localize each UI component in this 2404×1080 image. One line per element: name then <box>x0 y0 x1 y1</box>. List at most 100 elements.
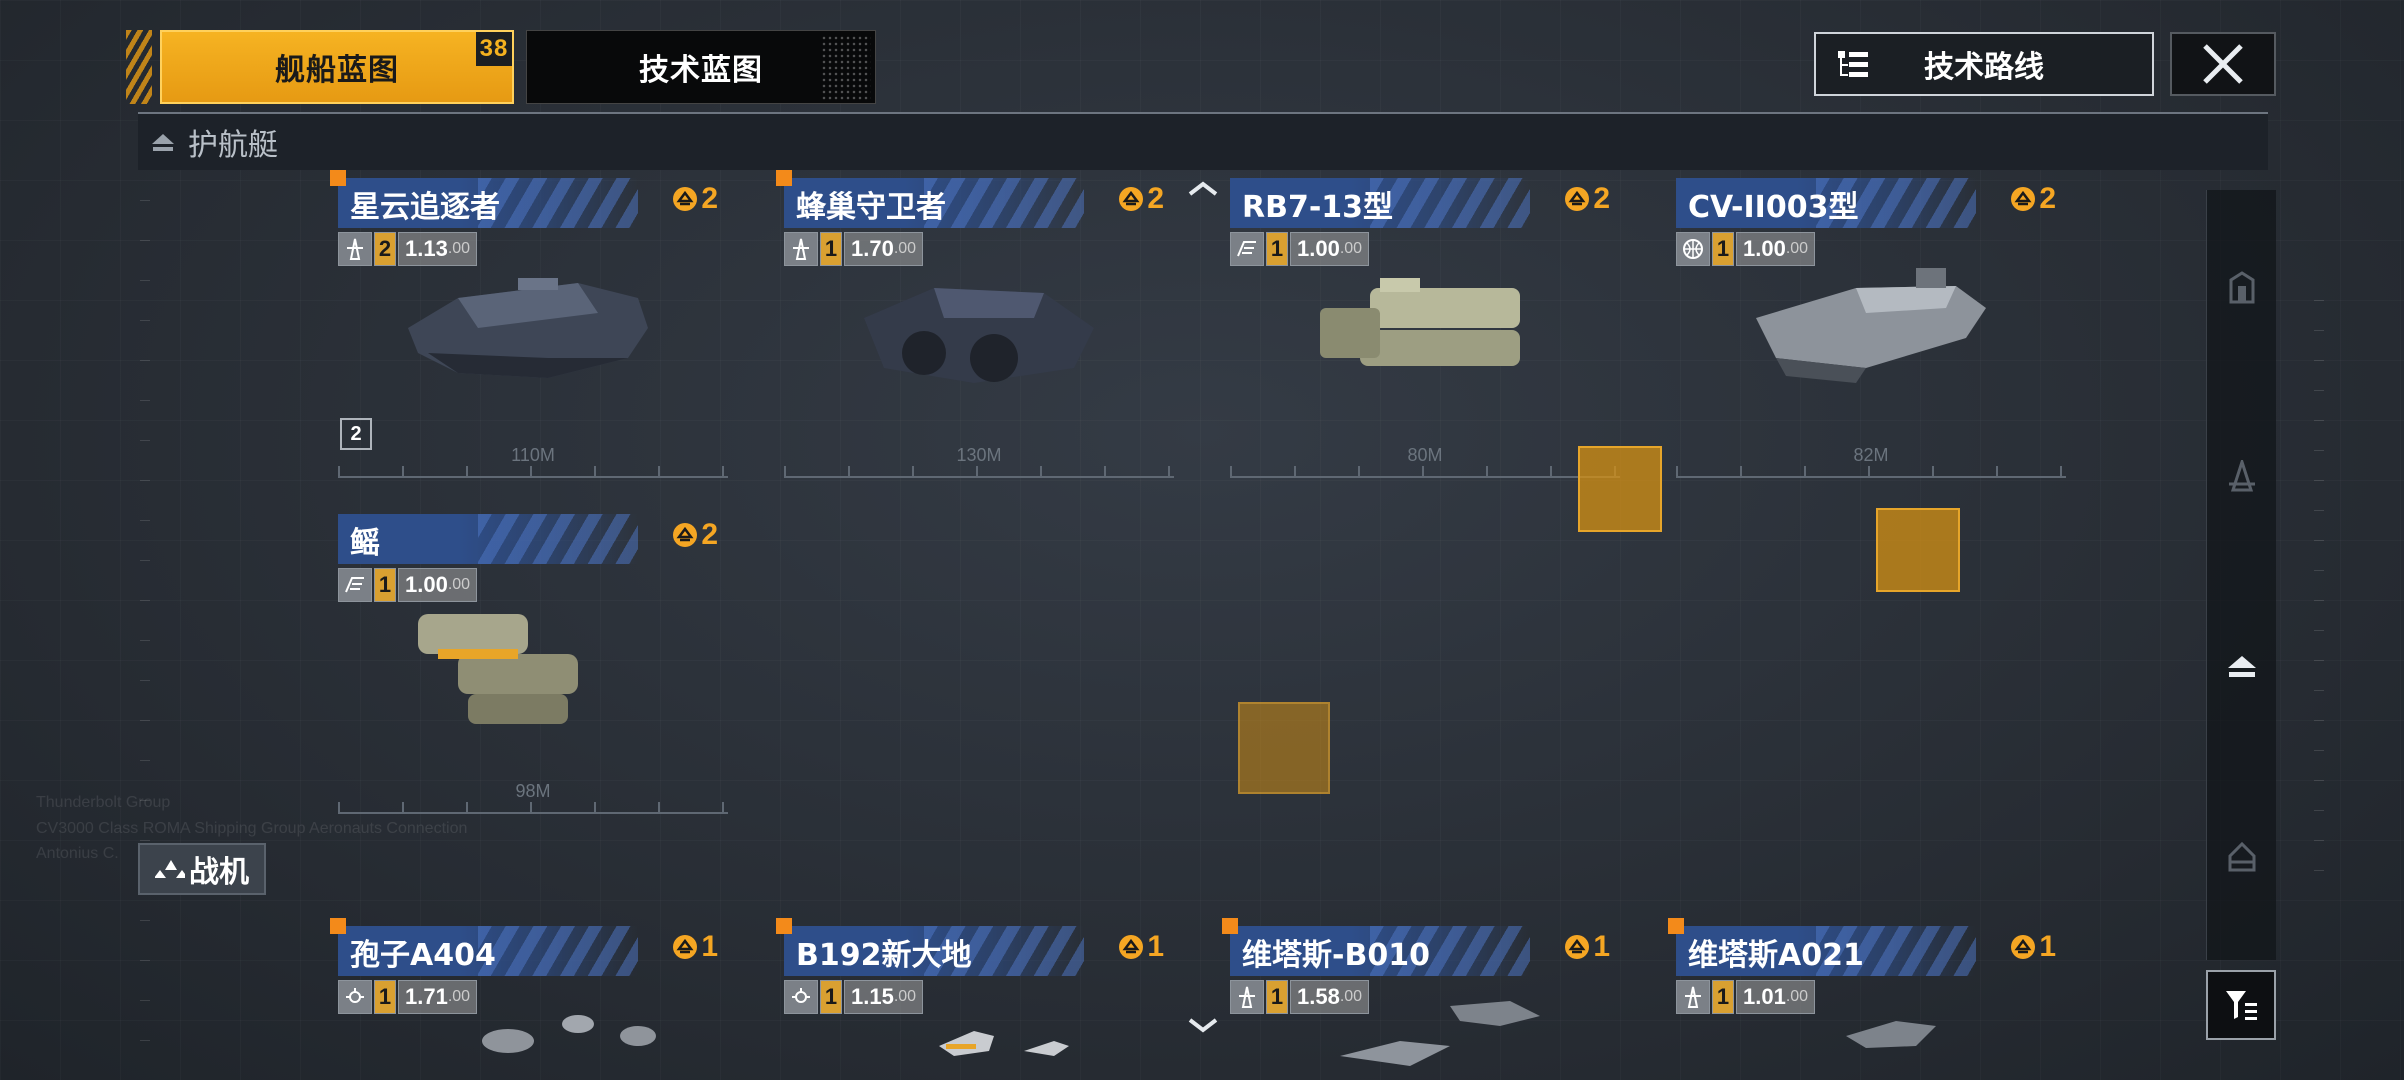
ship-model-image <box>1320 278 1520 366</box>
ship-card[interactable]: 星云追逐者 2 2 1.13.00 2 110M <box>330 170 728 478</box>
credit-chip-icon <box>2011 187 2036 211</box>
highlight-marker <box>1238 702 1330 794</box>
ship-cost: 2 <box>671 518 718 552</box>
credit-chip-icon <box>1565 935 1590 959</box>
credit-chip-icon <box>673 935 698 959</box>
ship-card[interactable]: CV-II003型 2 1 1.00.00 82M <box>1676 178 2066 478</box>
tab-ship-blueprint[interactable]: 舰船蓝图 38 <box>160 30 514 104</box>
scroll-up-icon[interactable] <box>1186 178 1220 202</box>
tech-route-button[interactable]: 技术路线 <box>1814 32 2154 96</box>
ship-cost-value: 2 <box>1147 182 1164 215</box>
ship-stat-suffix: .00 <box>447 240 471 257</box>
credit-chip-icon <box>673 523 698 547</box>
ship-length-ruler <box>338 790 728 814</box>
ship-length-ruler <box>1230 454 1620 478</box>
drone-icon <box>784 980 818 1014</box>
ship-name: CV-II003型 <box>1688 190 1859 225</box>
ship-stat-main: 1.15 <box>851 984 894 1009</box>
ship-name: 维塔斯-B010 <box>1242 938 1430 973</box>
ship-card[interactable]: RB7-13型 2 1 1.00.00 80M <box>1230 178 1620 478</box>
category-filter-rail <box>2206 190 2276 960</box>
close-icon <box>2203 44 2243 84</box>
ship-name: 维塔斯A021 <box>1688 938 1864 973</box>
section-fighter-label: 战机 <box>189 855 249 890</box>
filter-button[interactable] <box>2206 970 2276 1040</box>
ship-stat-main: 1.71 <box>405 984 448 1009</box>
ship-stat-suffix: .00 <box>893 240 917 257</box>
ship-stat-suffix: .00 <box>893 988 917 1005</box>
pylon-icon <box>1676 980 1710 1014</box>
ship-length-ruler <box>784 454 1174 478</box>
ship-cost: 1 <box>1117 930 1164 964</box>
tab-tech-blueprint[interactable]: 技术蓝图 <box>526 30 876 104</box>
new-marker <box>1668 918 1684 934</box>
ship-model-image <box>1846 1021 1936 1048</box>
section-header-escort: 护航艇 <box>138 112 2268 170</box>
dot-pattern-decoration <box>821 35 871 101</box>
ship-card[interactable]: 孢子A404 1 1 1.71.00 <box>330 918 728 1080</box>
ship-name: 孢子A404 <box>350 938 496 973</box>
background-ruler <box>140 160 150 1060</box>
ship-stat-suffix: .00 <box>447 576 471 593</box>
ship-cost: 2 <box>1563 182 1610 216</box>
new-marker <box>1222 918 1238 934</box>
globe-icon <box>1676 232 1710 266</box>
section-header-fighter: 战机 <box>138 843 266 895</box>
ship-cost-value: 2 <box>1593 182 1610 215</box>
ship-level: 1 <box>374 980 396 1014</box>
pylon-icon <box>338 232 372 266</box>
capital-ship-icon[interactable] <box>2225 270 2259 304</box>
ship-stat-suffix: .00 <box>1785 240 1809 257</box>
frigate-icon[interactable] <box>2225 460 2259 494</box>
ship-cost-value: 1 <box>1147 930 1164 963</box>
ship-level: 1 <box>820 980 842 1014</box>
background-ruler <box>2314 300 2324 900</box>
ship-level: 1 <box>1266 232 1288 266</box>
ship-stats: 1 1.71.00 <box>338 980 478 1014</box>
ship-stat-value: 1.71.00 <box>398 980 478 1014</box>
ship-card[interactable]: B192新大地 1 1 1.15.00 <box>776 918 1174 1080</box>
ship-cost-value: 2 <box>2039 182 2056 215</box>
credit-chip-icon <box>1119 935 1144 959</box>
fighter-class-icon <box>155 860 185 878</box>
ship-cost-value: 1 <box>1593 930 1610 963</box>
new-marker <box>776 170 792 186</box>
ship-blueprint-count-badge: 38 <box>476 32 512 66</box>
ship-name: B192新大地 <box>796 938 972 973</box>
ship-cost: 1 <box>671 930 718 964</box>
ship-model-image <box>408 278 648 378</box>
ship-level: 2 <box>374 232 396 266</box>
ship-name: 星云追逐者 <box>350 190 500 225</box>
ship-cost: 2 <box>2009 182 2056 216</box>
filter-icon <box>2226 991 2257 1020</box>
ship-level: 1 <box>374 568 396 602</box>
ship-card[interactable]: 蜂巢守卫者 2 1 1.70.00 130M <box>776 170 1174 478</box>
credit-chip-icon <box>673 187 698 211</box>
close-button[interactable] <box>2170 32 2276 96</box>
carrier-icon[interactable] <box>2225 840 2259 874</box>
ship-model-image <box>1756 268 1986 383</box>
ship-tier-badge: 2 <box>340 418 372 450</box>
credit-chip-icon <box>1119 187 1144 211</box>
ship-name: 鳐 <box>350 526 380 561</box>
ship-level: 1 <box>1712 232 1734 266</box>
ship-stat-value: 1.15.00 <box>844 980 924 1014</box>
ship-stat-value: 1.01.00 <box>1736 980 1816 1014</box>
scroll-down-icon[interactable] <box>1186 1014 1220 1038</box>
ship-model-image <box>1340 1001 1540 1066</box>
pylon-icon <box>784 232 818 266</box>
ship-stats: 1 1.01.00 <box>1676 980 1816 1014</box>
tab-tech-blueprint-label: 技术蓝图 <box>639 53 763 88</box>
pylon-icon <box>1230 980 1264 1014</box>
ship-card[interactable]: 维塔斯A021 1 1 1.01.00 <box>1668 918 2066 1080</box>
drone-icon <box>338 980 372 1014</box>
beam-icon <box>338 568 372 602</box>
ship-model-image <box>482 1015 656 1053</box>
ship-name: RB7-13型 <box>1242 190 1394 225</box>
ship-card[interactable]: 维塔斯-B010 1 1 1.58.00 <box>1222 918 1620 1080</box>
ship-card[interactable]: 鳐 2 1 1.00.00 98M <box>338 514 728 814</box>
ship-cost-value: 1 <box>701 930 718 963</box>
escort-icon[interactable] <box>2225 650 2259 684</box>
ship-model-image <box>418 614 578 724</box>
tab-stripe-decoration <box>126 30 152 104</box>
